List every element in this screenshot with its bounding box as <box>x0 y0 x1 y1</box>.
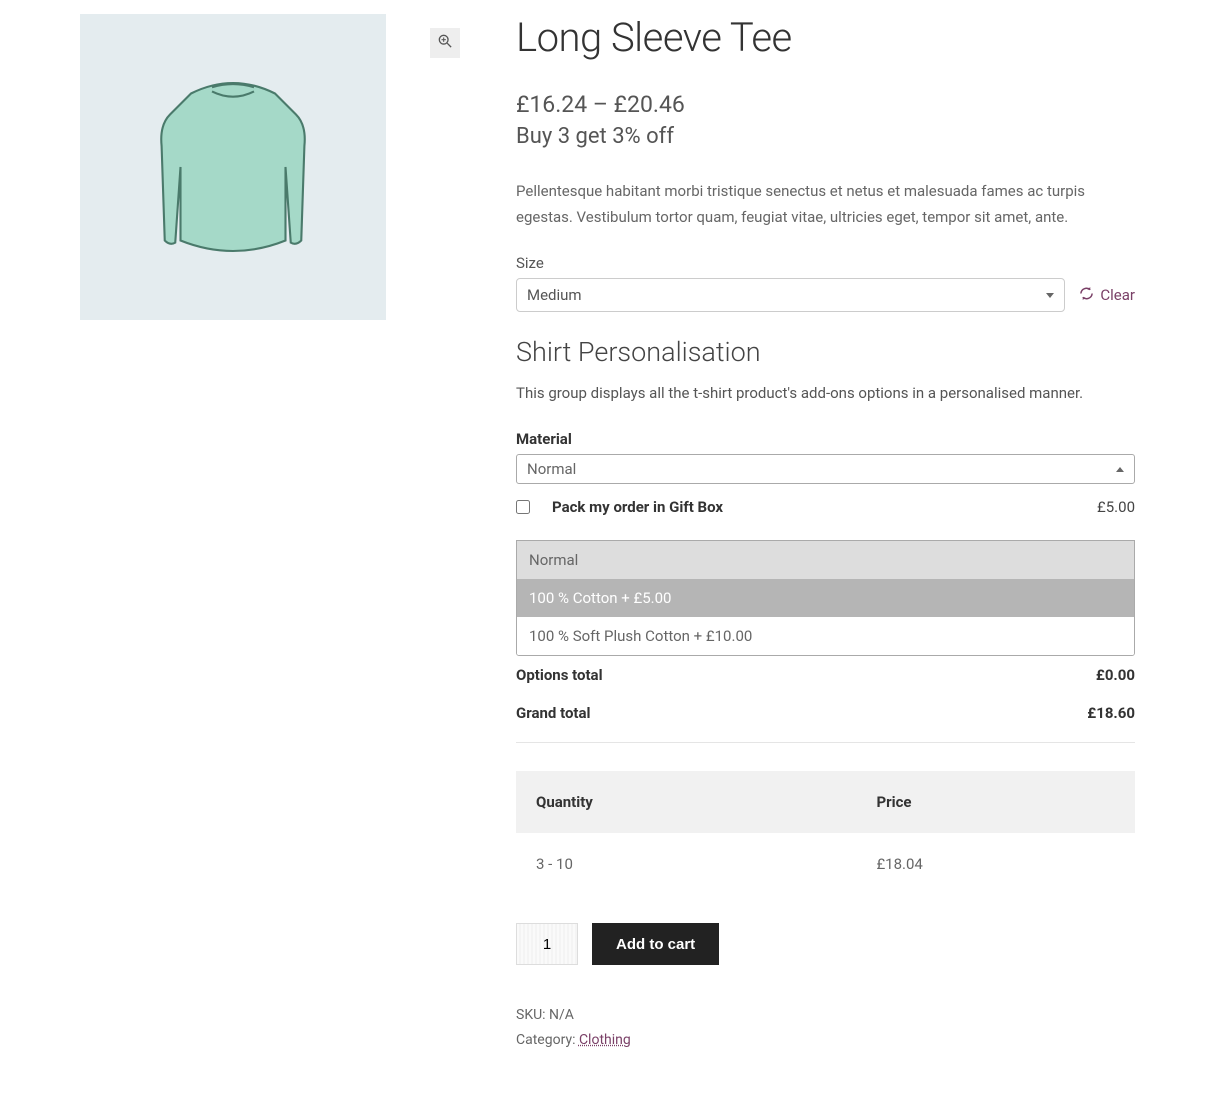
material-select[interactable]: Normal <box>516 454 1135 484</box>
chevron-up-icon <box>1116 467 1124 472</box>
zoom-button[interactable] <box>430 28 460 58</box>
material-label: Material <box>516 430 1135 448</box>
tier-qty: 3 - 10 <box>516 833 856 895</box>
promo-text: Buy 3 get 3% off <box>516 124 1135 149</box>
personalisation-heading: Shirt Personalisation <box>516 336 1135 368</box>
personalisation-desc: This group displays all the t-shirt prod… <box>516 384 1135 402</box>
refresh-icon <box>1079 286 1094 305</box>
tier-price: £18.04 <box>856 833 1135 895</box>
sku-value: N/A <box>549 1007 574 1023</box>
tier-pricing-table: Quantity Price 3 - 10 £18.04 <box>516 771 1135 895</box>
tier-row: 3 - 10 £18.04 <box>516 833 1135 895</box>
tier-qty-header: Quantity <box>516 771 856 833</box>
material-selected-value: Normal <box>527 460 576 478</box>
price-range: £16.24 – £20.46 <box>516 91 1135 118</box>
material-option-cotton[interactable]: 100 % Cotton + £5.00 <box>517 579 1134 617</box>
product-image[interactable] <box>80 14 386 320</box>
category-line: Category: Clothing <box>516 1028 1135 1053</box>
add-to-cart-button[interactable]: Add to cart <box>592 923 719 965</box>
clear-button[interactable]: Clear <box>1079 286 1135 305</box>
size-selected-value: Medium <box>527 286 582 304</box>
material-option-plush[interactable]: 100 % Soft Plush Cotton + £10.00 <box>517 617 1134 655</box>
grand-total-label: Grand total <box>516 704 591 722</box>
category-label: Category: <box>516 1032 579 1048</box>
options-total-value: £0.00 <box>1096 666 1135 684</box>
giftbox-price: £5.00 <box>1097 498 1135 516</box>
shirt-illustration <box>128 62 338 272</box>
size-label: Size <box>516 254 1135 272</box>
size-select[interactable]: Medium <box>516 278 1065 312</box>
material-option-normal[interactable]: Normal <box>517 541 1134 579</box>
clear-label: Clear <box>1100 286 1135 304</box>
material-dropdown: Normal 100 % Cotton + £5.00 100 % Soft P… <box>516 540 1135 656</box>
options-total-label: Options total <box>516 666 603 684</box>
chevron-down-icon <box>1046 293 1054 298</box>
search-plus-icon <box>438 34 452 52</box>
product-title: Long Sleeve Tee <box>516 14 1135 61</box>
quantity-input[interactable] <box>516 923 578 965</box>
category-link[interactable]: Clothing <box>579 1032 631 1048</box>
product-description: Pellentesque habitant morbi tristique se… <box>516 179 1135 230</box>
giftbox-label: Pack my order in Gift Box <box>552 498 723 516</box>
giftbox-checkbox[interactable] <box>516 500 530 514</box>
sku-label: SKU: <box>516 1007 549 1023</box>
grand-total-value: £18.60 <box>1087 704 1135 722</box>
sku-line: SKU: N/A <box>516 1003 1135 1028</box>
tier-price-header: Price <box>856 771 1135 833</box>
